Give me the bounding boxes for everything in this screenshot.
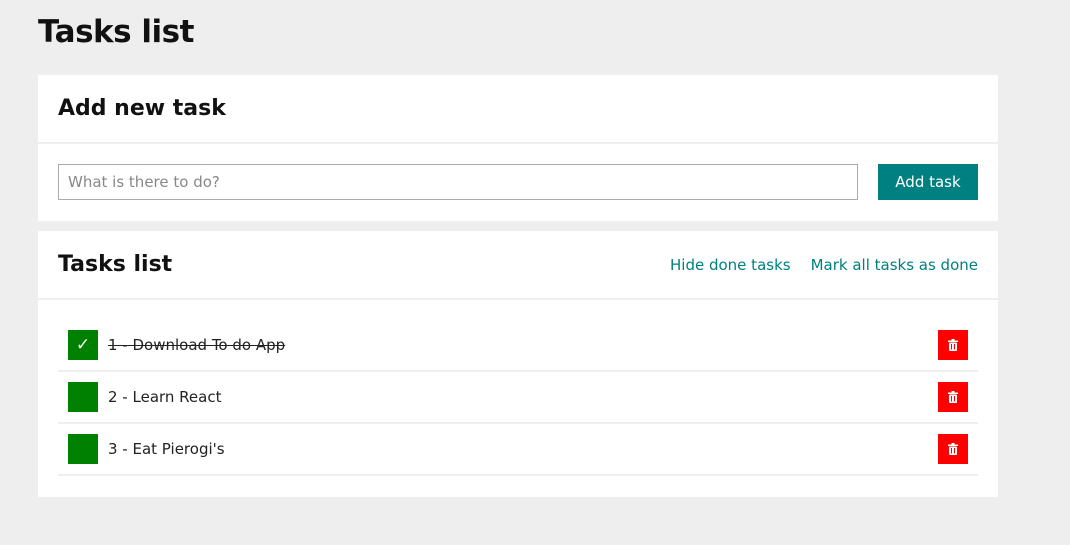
trash-icon [948, 443, 958, 455]
toggle-done-button[interactable] [68, 434, 98, 464]
add-task-button[interactable]: Add task [878, 164, 978, 200]
add-task-section: Add new task Add task [38, 75, 998, 221]
add-task-form: Add task [38, 144, 998, 220]
toggle-done-button[interactable] [68, 382, 98, 412]
task-item: 3 - Eat Pierogi's [58, 424, 978, 476]
trash-icon [948, 391, 958, 403]
page-title: Tasks list [38, 14, 194, 50]
trash-icon [948, 339, 958, 351]
remove-task-button[interactable] [938, 330, 968, 360]
add-task-header: Add new task [38, 75, 998, 144]
task-item: 2 - Learn React [58, 372, 978, 424]
task-list: ✓ 1 - Download To do App 2 - Learn React [38, 300, 998, 476]
mark-all-done-button[interactable]: Mark all tasks as done [811, 256, 978, 274]
new-task-input[interactable] [58, 164, 858, 200]
hide-done-tasks-button[interactable]: Hide done tasks [670, 256, 791, 274]
tasks-list-section: Tasks list Hide done tasks Mark all task… [38, 231, 998, 497]
tasks-list-header: Tasks list Hide done tasks Mark all task… [38, 231, 998, 300]
tasks-list-heading: Tasks list [58, 252, 173, 277]
task-text: 2 - Learn React [108, 388, 222, 406]
task-text: 1 - Download To do App [108, 336, 286, 354]
list-actions: Hide done tasks Mark all tasks as done [670, 256, 978, 274]
check-icon: ✓ [75, 335, 91, 354]
add-task-heading: Add new task [58, 96, 226, 121]
toggle-done-button[interactable]: ✓ [68, 330, 98, 360]
task-item: ✓ 1 - Download To do App [58, 320, 978, 372]
task-text: 3 - Eat Pierogi's [108, 440, 225, 458]
remove-task-button[interactable] [938, 434, 968, 464]
remove-task-button[interactable] [938, 382, 968, 412]
